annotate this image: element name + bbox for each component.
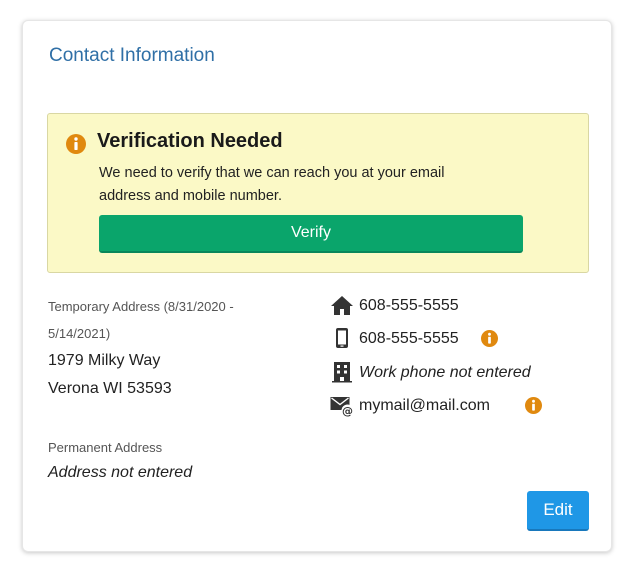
email-value: mymail@mail.com — [359, 397, 490, 414]
permanent-address-value: Address not entered — [48, 464, 193, 481]
home-phone-icon — [331, 296, 353, 315]
mobile-phone-value: 608-555-5555 — [359, 330, 459, 347]
address-line-2: Verona WI 53593 — [48, 380, 172, 397]
contact-information-card: Contact Information Verification Needed … — [22, 20, 612, 552]
edit-button[interactable]: Edit — [527, 491, 589, 531]
email-icon: @ — [330, 397, 354, 418]
svg-text:@: @ — [342, 405, 353, 418]
info-circle-icon — [66, 134, 86, 154]
email-info-icon[interactable] — [525, 397, 542, 414]
alert-heading: Verification Needed — [97, 130, 283, 152]
mobile-phone-icon — [336, 328, 348, 348]
work-building-icon — [332, 362, 352, 383]
address-line-1: 1979 Milky Way — [48, 352, 161, 369]
verify-button[interactable]: Verify — [99, 215, 523, 253]
work-phone-value: Work phone not entered — [359, 364, 531, 381]
home-phone-value: 608-555-5555 — [359, 297, 459, 314]
temporary-address-block: Temporary Address (8/31/2020 - 5/14/2021… — [48, 293, 308, 403]
alert-message: We need to verify that we can reach you … — [99, 165, 445, 204]
card-title: Contact Information — [49, 45, 215, 66]
verification-alert: Verification Needed We need to verify th… — [47, 113, 589, 273]
temporary-address-label: Temporary Address (8/31/2020 - 5/14/2021… — [48, 299, 234, 341]
permanent-address-block: Permanent Address Address not entered — [48, 434, 192, 485]
mobile-info-icon[interactable] — [481, 330, 498, 347]
permanent-address-label: Permanent Address — [48, 440, 163, 455]
